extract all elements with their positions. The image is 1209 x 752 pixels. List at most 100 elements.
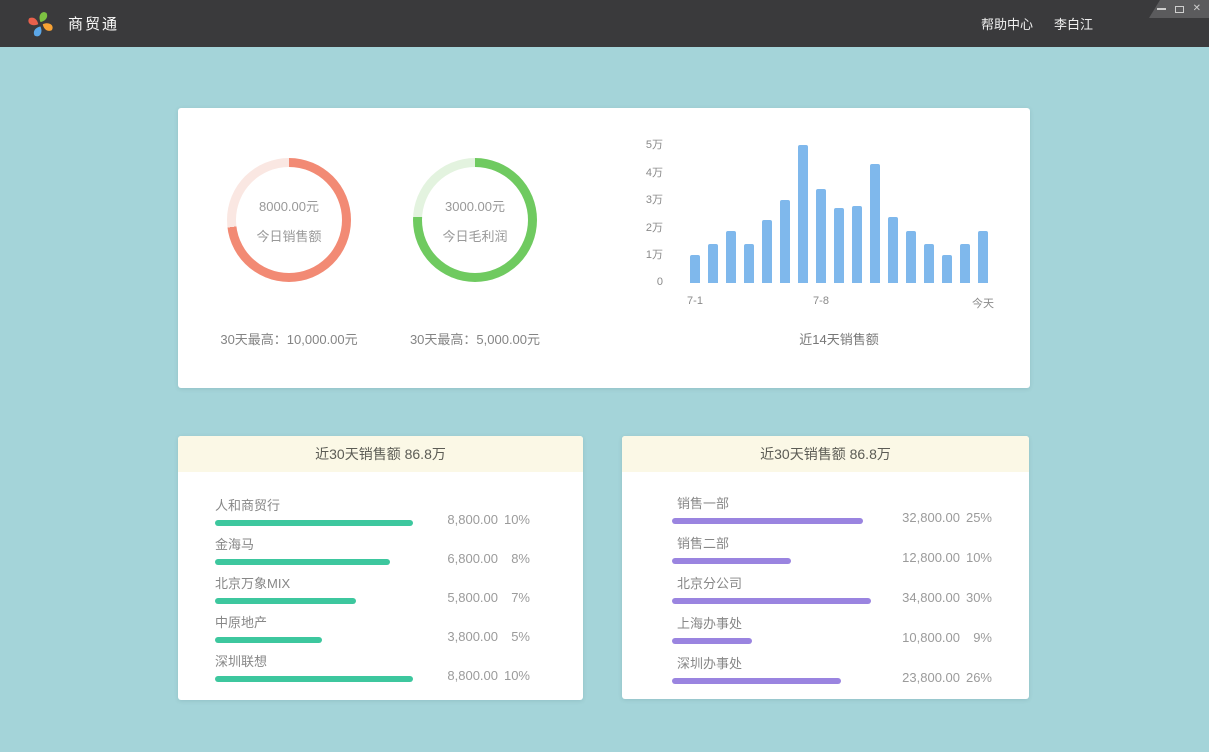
- maximize-button[interactable]: [1175, 6, 1184, 13]
- progress-row-left: 金海马: [215, 538, 413, 565]
- titlebar: 商贸通 帮助中心 李白江: [0, 0, 1209, 47]
- row-percent: 7%: [498, 591, 530, 604]
- today-sales-30d-max: 30天最高：10,000.00元: [189, 329, 389, 348]
- department-row: 上海办事处10,800.009%: [672, 617, 1029, 644]
- daily-sales-bar: [780, 200, 790, 283]
- row-numbers: 12,800.0010%: [880, 551, 1029, 564]
- customer-card-body: 人和商贸行8,800.0010%金海马6,800.008%北京万象MIX5,80…: [178, 472, 583, 682]
- row-value: 34,800.00: [880, 591, 960, 604]
- row-percent: 10%: [498, 513, 530, 526]
- daily-sales-bar: [960, 244, 970, 283]
- row-value: 5,800.00: [418, 591, 498, 604]
- bar-column: [812, 144, 830, 283]
- department-sales-card: 近30天销售额 86.8万 销售一部32,800.0025%销售二部12,800…: [622, 436, 1029, 699]
- y-axis-tick: 0: [657, 276, 663, 288]
- bar-column: [776, 144, 794, 283]
- bar-column: [686, 144, 704, 283]
- progress-row-left: 深圳联想: [215, 655, 413, 682]
- daily-sales-bar: [690, 255, 700, 283]
- row-numbers: 8,800.0010%: [418, 669, 583, 682]
- row-progress-bar: [672, 678, 841, 684]
- row-label: 销售一部: [677, 497, 871, 510]
- row-percent: 10%: [498, 669, 530, 682]
- row-label: 人和商贸行: [215, 499, 413, 512]
- daily-sales-bar: [834, 208, 844, 283]
- daily-sales-bar: [798, 145, 808, 283]
- row-progress-bar: [215, 559, 390, 565]
- row-numbers: 34,800.0030%: [880, 591, 1029, 604]
- row-value: 8,800.00: [418, 669, 498, 682]
- row-label: 金海马: [215, 538, 413, 551]
- y-axis-tick: 4万: [646, 164, 663, 180]
- today-sales-label: 今日销售额: [256, 226, 321, 245]
- x-axis-tick: 7-1: [687, 295, 703, 307]
- row-label: 上海办事处: [677, 617, 871, 630]
- today-profit-value: 3000.00元: [445, 196, 505, 215]
- bar-column: [866, 144, 884, 283]
- row-numbers: 6,800.008%: [418, 552, 583, 565]
- row-numbers: 32,800.0025%: [880, 511, 1029, 524]
- row-value: 12,800.00: [880, 551, 960, 564]
- customer-row: 金海马 6,800.008%: [215, 538, 583, 565]
- bar-column: [956, 144, 974, 283]
- minimize-button[interactable]: [1157, 8, 1166, 10]
- bar-column: [974, 144, 992, 283]
- bar-column: [704, 144, 722, 283]
- row-progress-bar: [215, 637, 322, 643]
- department-row: 深圳办事处 23,800.0026%: [672, 657, 1029, 684]
- row-numbers: 5,800.007%: [418, 591, 583, 604]
- customer-row: 北京万象MIX 5,800.007%: [215, 577, 583, 604]
- progress-row-left: 北京分公司: [672, 577, 871, 604]
- row-progress-bar: [672, 558, 791, 564]
- today-sales-donut-center: 8000.00元 今日销售额: [236, 167, 342, 273]
- daily-sales-bar: [762, 220, 772, 283]
- row-percent: 5%: [498, 630, 530, 643]
- row-value: 8,800.00: [418, 513, 498, 526]
- y-axis-tick: 2万: [646, 219, 663, 235]
- bar-column: [794, 144, 812, 283]
- row-progress-bar: [672, 598, 871, 604]
- department-row: 北京分公司 34,800.0030%: [672, 577, 1029, 604]
- user-menu[interactable]: 李白江: [1054, 14, 1093, 33]
- row-progress-bar: [215, 520, 413, 526]
- bar-column: [902, 144, 920, 283]
- bar-column: [722, 144, 740, 283]
- row-percent: 26%: [960, 671, 992, 684]
- row-value: 6,800.00: [418, 552, 498, 565]
- help-center-link[interactable]: 帮助中心: [981, 14, 1033, 33]
- overview-card: 8000.00元 今日销售额 30天最高：10,000.00元 3000.00元…: [178, 108, 1030, 388]
- row-progress-bar: [215, 598, 356, 604]
- app-logo-icon: [27, 10, 54, 37]
- daily-sales-bar: [978, 231, 988, 283]
- daily-sales-bar: [924, 244, 934, 283]
- row-progress-bar: [672, 518, 863, 524]
- bar-column: [938, 144, 956, 283]
- bar-chart-title: 近14天销售额: [686, 329, 992, 348]
- close-icon: ✕: [1193, 4, 1201, 14]
- minimize-icon: [1157, 8, 1166, 10]
- close-button[interactable]: ✕: [1193, 4, 1201, 14]
- today-profit-label: 今日毛利润: [442, 226, 507, 245]
- row-label: 北京万象MIX: [215, 577, 413, 590]
- today-profit-donut-center: 3000.00元 今日毛利润: [422, 167, 528, 273]
- maximize-icon: [1175, 6, 1184, 13]
- progress-row-left: 上海办事处: [672, 617, 871, 644]
- row-value: 32,800.00: [880, 511, 960, 524]
- customer-card-title: 近30天销售额 86.8万: [178, 436, 583, 472]
- bar-chart-plot-area: [686, 144, 992, 283]
- daily-sales-bar: [708, 244, 718, 283]
- daily-sales-bar: [906, 231, 916, 283]
- row-numbers: 3,800.005%: [418, 630, 583, 643]
- daily-sales-bar: [816, 189, 826, 283]
- row-numbers: 23,800.0026%: [880, 671, 1029, 684]
- today-sales-donut-group: 8000.00元 今日销售额 30天最高：10,000.00元: [189, 108, 389, 348]
- customer-row: 人和商贸行 8,800.0010%: [215, 499, 583, 526]
- y-axis-tick: 5万: [646, 136, 663, 152]
- progress-row-left: 深圳办事处: [672, 657, 871, 684]
- row-percent: 9%: [960, 631, 992, 644]
- progress-row-left: 人和商贸行: [215, 499, 413, 526]
- daily-sales-bar: [870, 164, 880, 283]
- bar-column: [740, 144, 758, 283]
- row-value: 23,800.00: [880, 671, 960, 684]
- daily-sales-bar: [726, 231, 736, 283]
